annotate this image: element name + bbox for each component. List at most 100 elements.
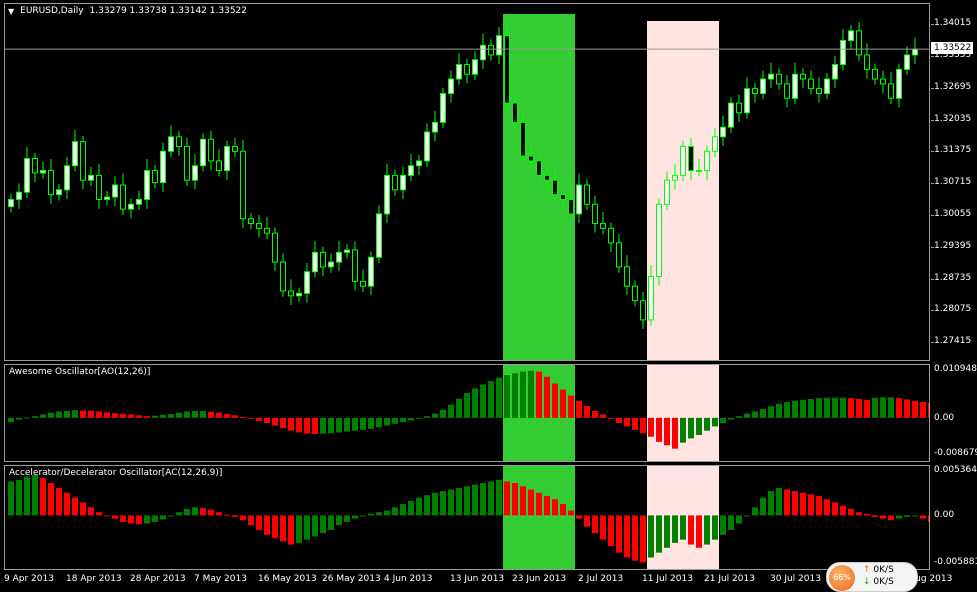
price-tick: 1.29395	[934, 240, 972, 251]
candle-bull	[712, 136, 718, 152]
price-tick-mark	[931, 151, 934, 153]
candle-bear	[528, 155, 534, 162]
candle-bear	[616, 242, 622, 268]
ao-bar	[416, 417, 422, 419]
ac-bar	[496, 479, 502, 516]
candle-bear	[216, 160, 222, 172]
ac-bar	[304, 515, 310, 540]
price-chart-pane[interactable]: ▼ EURUSD,Daily 1.33279 1.33738 1.33142 1…	[4, 3, 930, 361]
candle-bull	[72, 141, 78, 167]
ao-bar	[616, 417, 622, 423]
ac-bar	[912, 515, 918, 517]
ao-bar	[272, 417, 278, 426]
candle-bull	[672, 174, 678, 181]
ac-bar	[896, 515, 902, 519]
candle-bull	[896, 68, 902, 99]
time-axis[interactable]: 9 Apr 2013 18 Apr 2013 28 Apr 2013 7 May 20…	[4, 571, 952, 591]
candle-bear	[176, 136, 182, 147]
ac-bar	[96, 512, 102, 516]
ao-bar	[768, 406, 774, 418]
ac-bar	[392, 507, 398, 516]
ac-bar	[792, 491, 798, 516]
ac-bar	[608, 515, 614, 547]
time-tick: 11 Jul 2013	[642, 574, 693, 584]
ao-bar	[448, 404, 454, 418]
candle-bull	[456, 64, 462, 80]
candle-bull	[904, 54, 910, 70]
candle-bear	[320, 251, 326, 268]
awesome-oscillator-pane[interactable]: Awesome Oscillator[AO(12,26)]	[4, 364, 930, 462]
quote-label: 1.33279 1.33738 1.33142 1.33522	[89, 6, 248, 16]
candle-bear	[32, 158, 38, 174]
accelerator-oscillator-pane[interactable]: Accelerator/Decelerator Oscillator[AC(12…	[4, 465, 930, 570]
ac-bar	[840, 505, 846, 516]
price-tick: 1.32035	[934, 113, 972, 124]
ao-bar	[528, 370, 534, 418]
candle-bull	[16, 191, 22, 200]
price-tick-mark	[931, 342, 934, 344]
ao-bar	[624, 417, 630, 427]
ac-bar	[72, 497, 78, 516]
price-tick: 1.31375	[934, 145, 972, 156]
ao-bar	[40, 414, 46, 418]
ac-bar	[504, 481, 510, 516]
candle-bear	[520, 121, 526, 157]
candle-bear	[208, 138, 214, 162]
ac-bar	[384, 510, 390, 516]
time-tick: 18 Apr 2013	[66, 574, 122, 584]
network-speed-widget[interactable]: 66% ↑ 0K/S ↓ 0K/S	[826, 562, 918, 592]
time-tick: 4 Jun 2013	[384, 574, 433, 584]
ao-scale-max: 0.010948	[934, 364, 977, 374]
candle-bear	[888, 83, 894, 99]
ac-bar	[408, 500, 414, 516]
ac-label: Accelerator/Decelerator Oscillator[AC(12…	[9, 468, 223, 478]
ac-bar	[560, 504, 566, 516]
ao-bar	[712, 417, 718, 427]
candle-bear	[536, 160, 542, 176]
download-rate: ↓ 0K/S	[863, 577, 894, 587]
ao-bar	[600, 414, 606, 418]
ac-bar	[616, 515, 622, 553]
candle-bull	[40, 170, 46, 174]
ao-bar	[360, 417, 366, 430]
ao-bar	[232, 415, 238, 418]
candle-bear	[800, 73, 806, 80]
ao-bar	[352, 417, 358, 431]
arrow-down-icon: ↓	[863, 577, 871, 587]
ao-bar	[136, 415, 142, 418]
candle-bull	[576, 184, 582, 215]
candle-bull	[416, 160, 422, 167]
ao-label: Awesome Oscillator[AO(12,26)]	[9, 367, 151, 377]
ac-bar	[400, 504, 406, 516]
candle-bear	[880, 78, 886, 85]
ac-bar	[200, 508, 206, 516]
price-tick-mark	[931, 183, 934, 185]
candle-bull	[168, 136, 174, 152]
price-tick-mark	[931, 310, 934, 312]
time-tick: 16 May 2013	[258, 574, 317, 584]
ac-bar	[640, 515, 646, 563]
ao-bar	[496, 377, 502, 418]
ao-bar	[328, 417, 334, 434]
candle-bear	[248, 218, 254, 225]
candle-bear	[784, 83, 790, 99]
candle-bear	[504, 35, 510, 104]
ao-bar	[880, 397, 886, 418]
ao-bar	[176, 412, 182, 418]
ac-bar	[928, 515, 929, 522]
ao-bar	[840, 397, 846, 418]
price-tick-mark	[931, 56, 934, 58]
ao-bar	[592, 411, 598, 418]
candle-bear	[392, 174, 398, 191]
ao-bar	[872, 397, 878, 418]
ao-bar	[920, 402, 926, 418]
ao-bar	[512, 373, 518, 418]
ac-bar	[344, 515, 350, 522]
price-scale[interactable]: 1.34015 1.33355 1.32695 1.32035 1.31375 1.307…	[931, 3, 977, 361]
ac-bar	[904, 515, 910, 518]
ac-bar	[848, 508, 854, 516]
price-tick: 1.27415	[934, 336, 972, 347]
candle-bull	[56, 189, 62, 196]
ac-bar	[864, 513, 870, 516]
ac-scale-min: -0.005881	[934, 557, 977, 567]
